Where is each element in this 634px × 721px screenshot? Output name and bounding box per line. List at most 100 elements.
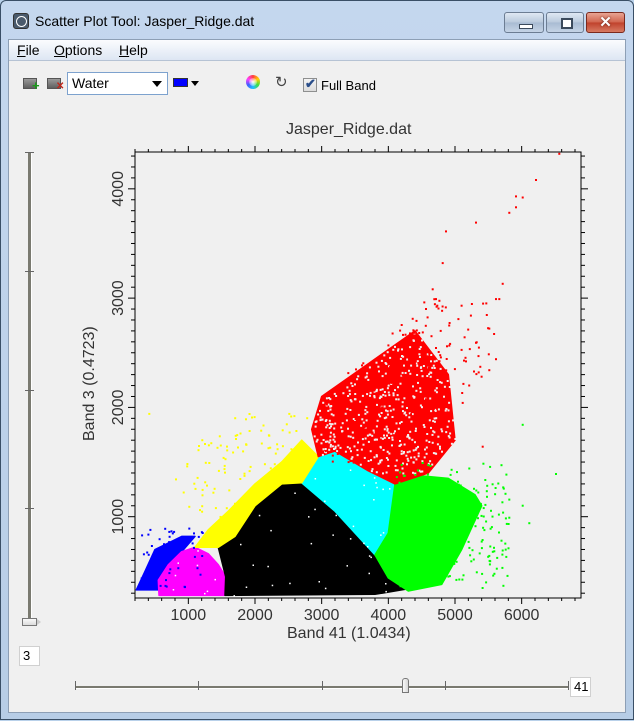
scatter-point	[468, 384, 471, 387]
plot-gap	[333, 440, 336, 443]
scatter-point	[433, 376, 436, 379]
plot-gap	[388, 405, 391, 407]
scatter-point	[274, 471, 277, 474]
plot-gap	[429, 371, 432, 374]
plot-gap	[373, 396, 376, 399]
scatter-point	[442, 522, 445, 525]
scatter-point	[485, 302, 488, 305]
scatter-point	[441, 309, 444, 312]
plot-gap	[407, 459, 410, 462]
plot-gap	[372, 429, 375, 432]
scatter-point	[371, 398, 374, 401]
scatter-point	[232, 451, 235, 454]
plot-gap	[375, 471, 378, 474]
scatter-point	[391, 332, 394, 335]
scatter-point	[430, 568, 433, 571]
scatter-point	[261, 492, 264, 494]
plot-gap	[333, 448, 335, 450]
scatter-point	[412, 372, 415, 375]
scatter-point	[186, 465, 189, 468]
scatter-point	[349, 460, 352, 463]
plot-gap	[435, 452, 438, 455]
plot-gap	[322, 439, 325, 441]
scatter-point	[521, 196, 524, 199]
scatter-point	[290, 448, 293, 451]
scatter-point	[481, 445, 484, 448]
plot-gap	[426, 375, 429, 377]
scatter-point	[460, 494, 463, 497]
plot-speck	[214, 578, 216, 581]
plot-gap	[344, 412, 347, 415]
scatter-point	[443, 491, 446, 494]
scatter-point	[445, 230, 447, 233]
scatter-point	[487, 353, 490, 356]
plot-gap	[395, 422, 398, 425]
scatter-point	[508, 211, 511, 214]
plot-speck	[233, 595, 235, 597]
scatter-point	[449, 516, 451, 519]
scatter-point	[360, 370, 363, 372]
scatter-point	[158, 560, 161, 563]
plot-speck	[367, 546, 369, 548]
scatter-point	[378, 408, 381, 411]
scatter-point	[234, 502, 236, 505]
plot-gap	[382, 472, 384, 475]
scatter-point	[423, 379, 426, 382]
scatter-point	[400, 561, 402, 564]
scatter-point	[490, 509, 492, 512]
scatter-point	[383, 378, 386, 381]
y-tick-label: 3000	[110, 280, 127, 316]
scatter-point	[193, 532, 195, 535]
plot-gap	[369, 394, 371, 397]
plot-gap	[336, 450, 339, 453]
plot-gap	[379, 445, 382, 448]
plot-gap	[391, 416, 394, 418]
scatter-point	[493, 546, 495, 549]
scatter-point	[528, 522, 531, 525]
scatter-point	[396, 570, 399, 573]
scatter-point	[417, 469, 419, 472]
scatter-point	[409, 332, 411, 335]
plot-speck	[368, 572, 370, 575]
scatter-point	[279, 478, 282, 481]
scatter-plot[interactable]: 1000 2000 3000 4000 5000 6000 1000 2000 3000 4000	[1, 1, 634, 721]
plot-gap	[382, 437, 384, 440]
scatter-point	[497, 513, 500, 516]
plot-gap	[403, 397, 406, 400]
scatter-point	[197, 449, 200, 452]
plot-speck	[206, 590, 209, 593]
scatter-point	[290, 415, 293, 418]
plot-gap	[329, 435, 332, 438]
scatter-point	[295, 430, 298, 432]
scatter-point	[405, 489, 408, 492]
scatter-point	[465, 360, 467, 363]
scatter-point	[501, 282, 504, 285]
scatter-point	[446, 391, 449, 394]
scatter-point	[498, 531, 500, 534]
scatter-point	[455, 560, 458, 563]
plot-speck	[389, 488, 391, 490]
scatter-point	[504, 542, 507, 545]
scatter-point	[373, 448, 376, 451]
scatter-point	[239, 478, 242, 480]
plot-gap	[389, 409, 392, 412]
scatter-point	[485, 314, 488, 316]
plot-gap	[402, 355, 405, 358]
scatter-point	[262, 424, 265, 427]
plot-gap	[447, 409, 450, 412]
scatter-point	[415, 319, 418, 322]
plot-gap	[360, 424, 363, 427]
scatter-point	[424, 398, 427, 401]
scatter-point	[477, 355, 480, 358]
plot-gap	[366, 372, 369, 375]
plot-gap	[332, 433, 335, 436]
scatter-point	[384, 385, 387, 388]
scatter-point	[491, 515, 494, 518]
plot-gap	[368, 366, 371, 369]
scatter-point	[464, 525, 467, 528]
plot-gap	[384, 394, 387, 397]
scatter-point	[413, 509, 416, 512]
scatter-point	[435, 491, 438, 494]
scatter-point	[418, 419, 420, 422]
plot-gap	[369, 433, 372, 436]
